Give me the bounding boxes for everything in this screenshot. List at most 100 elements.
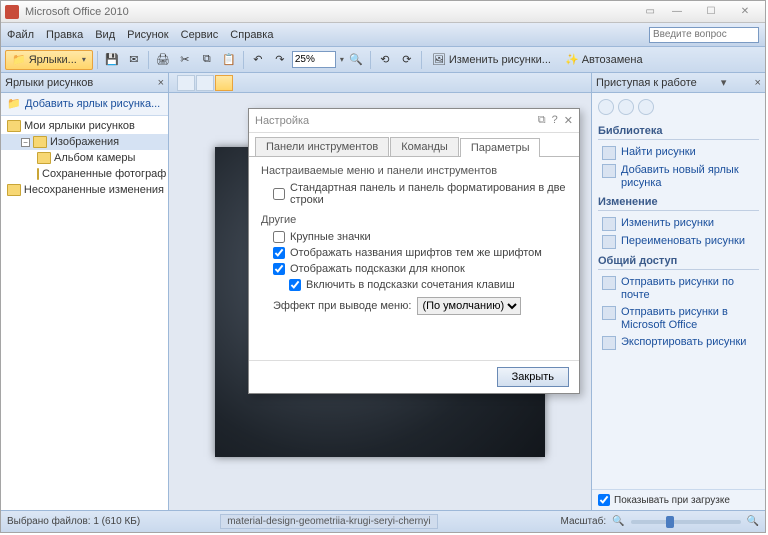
dialog-body: Настраиваемые меню и панели инструментов… — [249, 157, 579, 360]
paste-icon[interactable]: 📋 — [219, 50, 239, 70]
status-filename: material-design-geometriia-krugi-seryi-c… — [220, 514, 437, 529]
right-pane-title: Приступая к работе — [596, 77, 697, 89]
left-pane-title: Ярлыки рисунков — [5, 77, 93, 89]
menubar: Файл Правка Вид Рисунок Сервис Справка — [1, 23, 765, 47]
mail-icon — [602, 276, 616, 290]
print-icon[interactable]: 🖨 — [153, 50, 173, 70]
rotate-left-icon[interactable]: ⟲ — [375, 50, 395, 70]
minimize-button[interactable]: — — [661, 3, 693, 21]
checkbox[interactable] — [273, 231, 285, 243]
titlebar: Microsoft Office 2010 ▭ — ☐ ✕ — [1, 1, 765, 23]
tree-child[interactable]: Сохраненные фотограф — [1, 166, 168, 182]
left-pane: Ярлыки рисунков × 📁 Добавить ярлык рисун… — [1, 73, 169, 510]
link-send-mail[interactable]: Отправить рисунки по почте — [598, 274, 759, 304]
nav-home-icon[interactable] — [638, 99, 654, 115]
app-logo-icon — [5, 5, 19, 19]
folder-tree: Мои ярлыки рисунков −Изображения Альбом … — [1, 115, 168, 510]
cut-icon[interactable]: ✂ — [175, 50, 195, 70]
dialog-close-icon[interactable]: ✕ — [564, 114, 573, 127]
link-rename-pictures[interactable]: Переименовать рисунки — [598, 233, 759, 251]
nav-back-icon[interactable] — [598, 99, 614, 115]
redo-icon[interactable]: ↷ — [270, 50, 290, 70]
opt-tooltips[interactable]: Отображать подсказки для кнопок — [261, 261, 567, 277]
zoom-slider[interactable] — [631, 520, 741, 524]
opt-font-names[interactable]: Отображать названия шрифтов тем же шрифт… — [261, 245, 567, 261]
link-add-shortcut[interactable]: Добавить новый ярлык рисунка — [598, 162, 759, 192]
dialog-icon: ⧉ — [538, 114, 546, 127]
effect-select[interactable]: (По умолчанию) — [417, 297, 521, 315]
folder-icon — [37, 168, 39, 180]
canvas-toolbar — [169, 73, 591, 93]
add-shortcut-link[interactable]: 📁 Добавить ярлык рисунка... — [1, 93, 168, 115]
close-button[interactable]: ✕ — [729, 3, 761, 21]
view-filmstrip-icon[interactable] — [196, 75, 214, 91]
status-selected: Выбрано файлов: 1 (610 КБ) — [7, 516, 140, 527]
search-icon — [602, 146, 616, 160]
tab-toolbars[interactable]: Панели инструментов — [255, 137, 389, 156]
collapse-icon[interactable]: − — [21, 138, 30, 147]
rotate-right-icon[interactable]: ⟳ — [397, 50, 417, 70]
link-export[interactable]: Экспортировать рисунки — [598, 334, 759, 352]
tree-root[interactable]: Мои ярлыки рисунков — [1, 118, 168, 134]
link-edit-pictures[interactable]: Изменить рисунки — [598, 215, 759, 233]
effect-label: Эффект при выводе меню: — [273, 300, 411, 312]
edit-icon — [602, 217, 616, 231]
mail-icon[interactable]: ✉ — [124, 50, 144, 70]
view-single-icon[interactable] — [215, 75, 233, 91]
checkbox[interactable] — [289, 279, 301, 291]
show-on-load-check[interactable]: Показывать при загрузке — [592, 489, 765, 510]
zoom-fit-icon[interactable]: 🔍 — [346, 50, 366, 70]
opt-shortcuts-in-tooltips[interactable]: Включить в подсказки сочетания клавиш — [261, 277, 567, 293]
add-icon — [602, 164, 616, 178]
menu-edit[interactable]: Правка — [46, 29, 83, 41]
link-send-office[interactable]: Отправить рисунки в Microsoft Office — [598, 304, 759, 334]
checkbox[interactable] — [273, 263, 285, 275]
maximize-button[interactable]: ☐ — [695, 3, 727, 21]
status-bar: Выбрано файлов: 1 (610 КБ) material-desi… — [1, 510, 765, 532]
right-pane-close-icon[interactable]: × — [755, 77, 761, 89]
tree-folder-images[interactable]: −Изображения — [1, 134, 168, 150]
show-on-load-checkbox[interactable] — [598, 494, 610, 506]
ask-input[interactable] — [649, 27, 759, 43]
dialog-close-button[interactable]: Закрыть — [497, 367, 569, 387]
checkbox[interactable] — [273, 247, 285, 259]
dialog-title: Настройка — [255, 115, 309, 127]
tab-options[interactable]: Параметры — [460, 138, 541, 157]
dialog-help-icon[interactable]: ? — [552, 114, 558, 127]
menu-view[interactable]: Вид — [95, 29, 115, 41]
opt-two-rows[interactable]: Стандартная панель и панель форматирован… — [261, 180, 567, 208]
export-icon — [602, 336, 616, 350]
autocorrect-button[interactable]: ✨Автозамена — [559, 50, 649, 70]
left-pane-close-icon[interactable]: × — [158, 77, 164, 89]
checkbox[interactable] — [273, 188, 285, 200]
dialog-titlebar: Настройка ⧉ ? ✕ — [249, 109, 579, 133]
opt-large-icons[interactable]: Крупные значки — [261, 229, 567, 245]
nav-fwd-icon[interactable] — [618, 99, 634, 115]
right-pane-header: Приступая к работе ▾ × — [592, 73, 765, 93]
menu-file[interactable]: Файл — [7, 29, 34, 41]
tree-child[interactable]: Альбом камеры — [1, 150, 168, 166]
right-pane: Приступая к работе ▾ × Библиотека Найти … — [591, 73, 765, 510]
zoom-in-icon[interactable]: 🔍 — [747, 516, 759, 527]
section-edit: Изменение — [598, 196, 759, 208]
link-find-pictures[interactable]: Найти рисунки — [598, 144, 759, 162]
copy-icon[interactable]: ⧉ — [197, 50, 217, 70]
pane-dropdown-icon[interactable]: ▾ — [721, 76, 727, 89]
ribbon-icon[interactable]: ▭ — [642, 3, 659, 21]
slider-thumb[interactable] — [666, 516, 674, 528]
folder-icon — [7, 120, 21, 132]
menu-help[interactable]: Справка — [230, 29, 273, 41]
menu-picture[interactable]: Рисунок — [127, 29, 169, 41]
tree-unsaved[interactable]: Несохраненные изменения — [1, 182, 168, 198]
section-library: Библиотека — [598, 125, 759, 137]
tab-commands[interactable]: Команды — [390, 137, 459, 156]
save-icon[interactable]: 💾 — [102, 50, 122, 70]
labels-tab-button[interactable]: 📁Ярлыки...▾ — [5, 50, 93, 70]
zoom-out-icon[interactable]: 🔍 — [612, 516, 624, 527]
undo-icon[interactable]: ↶ — [248, 50, 268, 70]
zoom-input[interactable] — [292, 51, 336, 68]
menu-tools[interactable]: Сервис — [181, 29, 219, 41]
view-thumbnails-icon[interactable] — [177, 75, 195, 91]
edit-pictures-button[interactable]: 🖼Изменить рисунки... — [426, 50, 557, 70]
folder-icon — [37, 152, 51, 164]
